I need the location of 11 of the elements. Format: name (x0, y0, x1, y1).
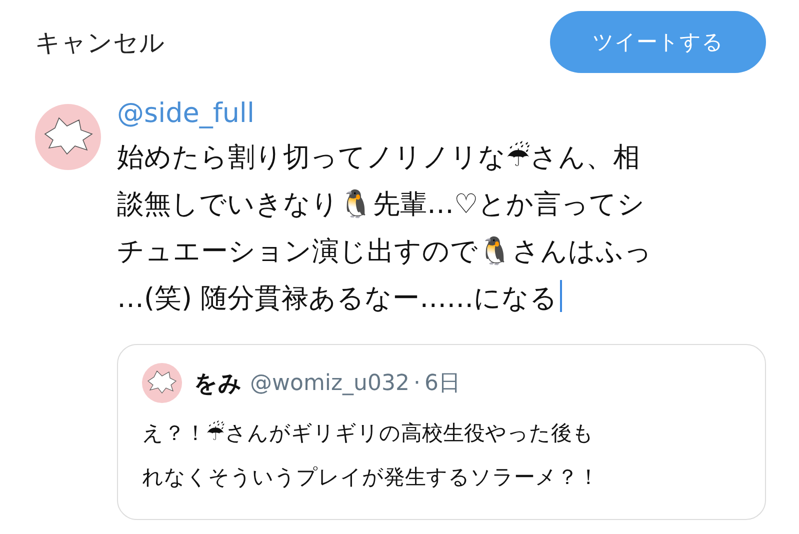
quoted-user-name: をみ (194, 370, 242, 398)
tweet-text-input[interactable]: 始めたら割り切ってノリノリな☔さん、相談無しでいきなり🐧先輩…♡とか言ってシチュエーション演じ出すので🐧さんはふっ…(笑) 随分貫禄あるなー……になる (117, 134, 653, 322)
cancel-link[interactable]: キャンセル (35, 26, 165, 58)
separator-dot: · (413, 370, 420, 396)
avatar-icon (35, 104, 101, 170)
avatar-icon (142, 363, 182, 403)
tweet-time: 6日 (424, 370, 460, 398)
account-handle: @side_full (117, 97, 254, 131)
quoted-tweet-text: え？！☔さんがギリギリの高校生役やった後もれなくそういうプレイが発生するソラーメ？！ (142, 420, 600, 491)
quoted-handle: @womiz_u032 (250, 370, 410, 396)
quoted-tweet-card[interactable]: をみ @womiz_u032 · 6日 え？！☔さんがギリギリの高校生役やった後もれなくそういうプレイが発生するソラーメ？！ (117, 344, 766, 520)
